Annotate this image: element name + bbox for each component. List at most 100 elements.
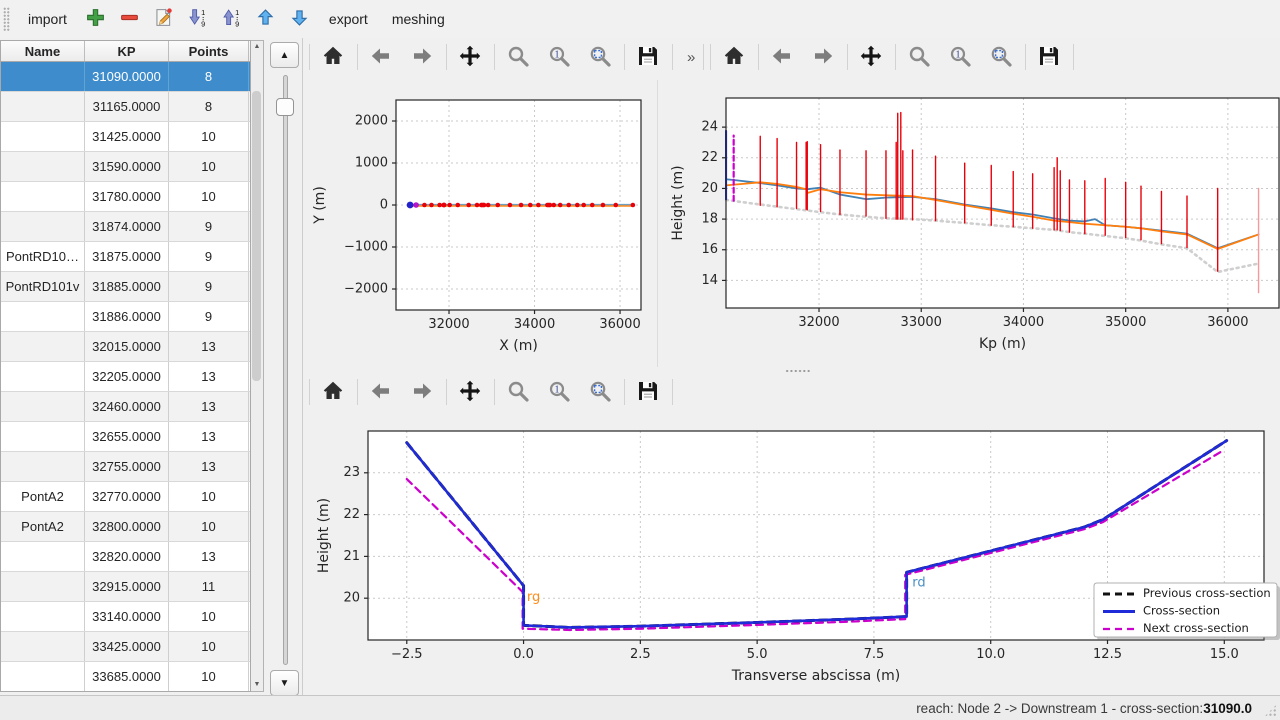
cell-points: 13 (169, 422, 249, 451)
figure-divider (657, 80, 658, 367)
cross-section-back-button[interactable] (364, 376, 398, 408)
profile-zoom-data-button[interactable]: 1 (943, 41, 977, 73)
profile-zoom-button[interactable] (902, 41, 936, 73)
plan-zoom-region-button[interactable] (583, 41, 617, 73)
import-button[interactable]: import (16, 5, 79, 33)
table-row[interactable]: 33425.000010 (1, 632, 250, 662)
edit-cross-section-button[interactable] (148, 4, 180, 34)
move-up-button[interactable] (250, 4, 282, 34)
cell-kp: 31886.0000 (85, 302, 169, 331)
table-row[interactable]: 32460.000013 (1, 392, 250, 422)
table-scrollbar-thumb[interactable] (252, 91, 261, 381)
cell-kp: 32460.0000 (85, 392, 169, 421)
table-row[interactable]: 31590.000010 (1, 152, 250, 182)
profile-back-button[interactable] (765, 41, 799, 73)
plan-save-button[interactable] (631, 41, 665, 73)
plan-zoom-data-button[interactable]: 1 (542, 41, 576, 73)
plan-toolbar-overflow-button[interactable]: » (679, 49, 703, 66)
profile-forward-button[interactable] (806, 41, 840, 73)
table-row[interactable]: 31780.000010 (1, 182, 250, 212)
plan-pan-button[interactable] (453, 41, 487, 73)
table-row[interactable]: 33685.000010 (1, 662, 250, 692)
add-cross-section-button[interactable] (80, 4, 112, 34)
cell-kp: 32755.0000 (85, 452, 169, 481)
sort-ascending-button[interactable]: 1 9 (216, 4, 248, 34)
cross-section-zoom-data-button[interactable]: 1 (542, 376, 576, 408)
plan-zoom-button[interactable] (501, 41, 535, 73)
cell-kp: 32820.0000 (85, 542, 169, 571)
zoom-region-icon (989, 44, 1013, 71)
column-header-name[interactable]: Name (1, 41, 85, 61)
move-down-button[interactable] (284, 4, 316, 34)
toolbar-separator (703, 44, 704, 70)
cross-section-zoom-button[interactable] (501, 376, 535, 408)
horizontal-splitter[interactable] (303, 367, 1280, 375)
table-row[interactable]: 32205.000013 (1, 362, 250, 392)
profile-zoom-region-button[interactable] (984, 41, 1018, 73)
cell-name (1, 212, 85, 241)
table-row[interactable]: PontA232770.000010 (1, 482, 250, 512)
plan-view-plot[interactable] (306, 80, 658, 367)
table-row[interactable]: 31165.00008 (1, 92, 250, 122)
cell-points: 13 (169, 452, 249, 481)
cross-section-save-button[interactable] (631, 376, 665, 408)
cell-name: PontRD101v (1, 272, 85, 301)
scroll-down-icon[interactable]: ▼ (251, 680, 263, 690)
meshing-button[interactable]: meshing (380, 5, 457, 33)
table-row[interactable]: 32015.000013 (1, 332, 250, 362)
column-header-points[interactable]: Points (169, 41, 249, 61)
profile-plot[interactable] (659, 80, 1280, 367)
table-row[interactable]: 32755.000013 (1, 452, 250, 482)
cross-section-home-button[interactable] (316, 376, 350, 408)
table-row[interactable]: 31090.00008 (1, 62, 250, 92)
table-scrollbar[interactable]: ▲ ▼ (251, 40, 264, 692)
sort-descending-button[interactable]: 1 9 (182, 4, 214, 34)
cell-points: 9 (169, 212, 249, 241)
zoom-region-icon (588, 44, 612, 71)
profile-save-button[interactable] (1032, 41, 1066, 73)
table-row[interactable]: 32820.000013 (1, 542, 250, 572)
export-button[interactable]: export (317, 5, 380, 33)
cross-section-slider-thumb[interactable] (276, 98, 294, 116)
forward-icon (410, 379, 434, 406)
table-row[interactable]: 32655.000013 (1, 422, 250, 452)
profile-pan-button[interactable] (854, 41, 888, 73)
add-icon (85, 7, 106, 31)
cross-section-slider-track[interactable] (283, 75, 288, 665)
plan-home-button[interactable] (316, 41, 350, 73)
status-cross-section-value: 31090.0 (1203, 701, 1252, 716)
column-header-kp[interactable]: KP (85, 41, 169, 61)
table-row[interactable]: 33140.000010 (1, 602, 250, 632)
profile-home-button[interactable] (717, 41, 751, 73)
table-row[interactable]: 31886.00009 (1, 302, 250, 332)
next-cross-section-button[interactable]: ▼ (270, 670, 299, 696)
pan-icon (458, 44, 482, 71)
cross-section-zoom-region-button[interactable] (583, 376, 617, 408)
plan-forward-button[interactable] (405, 41, 439, 73)
cell-name (1, 602, 85, 631)
zoom-data-icon: 1 (547, 379, 571, 406)
toolbar-drag-handle[interactable] (3, 7, 10, 31)
cross-section-forward-button[interactable] (405, 376, 439, 408)
previous-cross-section-button[interactable]: ▲ (270, 42, 299, 68)
triangle-down-icon: ▼ (280, 678, 290, 689)
cell-kp: 33425.0000 (85, 632, 169, 661)
cell-kp: 31875.0000 (85, 242, 169, 271)
svg-text:9: 9 (236, 19, 240, 28)
table-row[interactable]: PontRD10…31875.00009 (1, 242, 250, 272)
table-row[interactable]: PontA232800.000010 (1, 512, 250, 542)
table-row[interactable]: 32915.000011 (1, 572, 250, 602)
remove-cross-section-button[interactable] (114, 4, 146, 34)
table-row[interactable]: 31425.000010 (1, 122, 250, 152)
plan-back-button[interactable] (364, 41, 398, 73)
cross-section-pan-button[interactable] (453, 376, 487, 408)
zoom-icon (506, 44, 530, 71)
cell-points: 10 (169, 182, 249, 211)
scroll-up-icon[interactable]: ▲ (251, 42, 263, 52)
table-row[interactable]: 31874.00009 (1, 212, 250, 242)
cross-section-plot[interactable] (306, 408, 1280, 695)
resize-grip-icon[interactable] (1264, 704, 1277, 717)
cross-section-table[interactable]: Name KP Points 31090.0000831165.00008314… (0, 40, 251, 692)
remove-icon (119, 7, 140, 31)
table-row[interactable]: PontRD101v31885.00009 (1, 272, 250, 302)
